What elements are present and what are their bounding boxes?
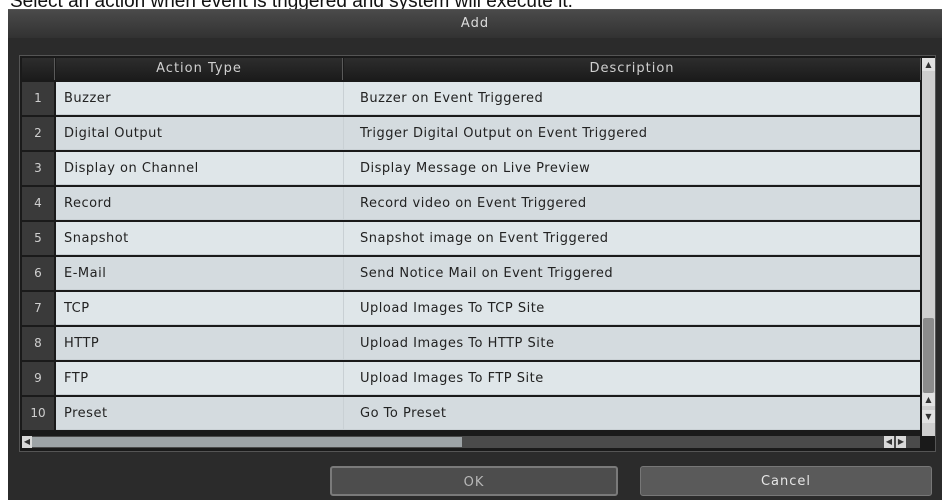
dialog-title: Add [8,10,942,38]
add-action-dialog: Add Action Type Description 1 Buzzer Buz… [8,9,942,500]
description-cell: Go To Preset [344,397,920,430]
vertical-scrollbar[interactable]: ▲ ▲ ▼ [922,58,935,436]
action-type-cell: Digital Output [56,117,344,150]
action-type-cell: HTTP [56,327,344,360]
row-number: 10 [22,397,54,430]
scroll-left-icon[interactable]: ◀ [884,436,894,448]
column-header-number [22,58,55,80]
row-number: 8 [22,327,54,360]
description-cell: Trigger Digital Output on Event Triggere… [344,117,920,150]
description-cell: Send Notice Mail on Event Triggered [344,257,920,290]
column-header-action-type[interactable]: Action Type [56,58,343,80]
action-type-cell: E-Mail [56,257,344,290]
scroll-left-icon[interactable]: ◀ [22,436,32,448]
table-row[interactable]: 7 TCP Upload Images To TCP Site [22,292,920,325]
description-cell: Snapshot image on Event Triggered [344,222,920,255]
vertical-scroll-thumb[interactable] [923,318,934,393]
table-row[interactable]: 2 Digital Output Trigger Digital Output … [22,117,920,150]
description-cell: Upload Images To TCP Site [344,292,920,325]
action-type-cell: Display on Channel [56,152,344,185]
action-type-cell: FTP [56,362,344,395]
row-number: 5 [22,222,54,255]
description-cell: Record video on Event Triggered [344,187,920,220]
table-row[interactable]: 6 E-Mail Send Notice Mail on Event Trigg… [22,257,920,290]
table-body: 1 Buzzer Buzzer on Event Triggered 2 Dig… [22,82,920,434]
row-number: 4 [22,187,54,220]
action-type-cell: TCP [56,292,344,325]
description-cell: Upload Images To HTTP Site [344,327,920,360]
row-number: 6 [22,257,54,290]
table-row[interactable]: 5 Snapshot Snapshot image on Event Trigg… [22,222,920,255]
table-row[interactable]: 8 HTTP Upload Images To HTTP Site [22,327,920,360]
action-table: Action Type Description 1 Buzzer Buzzer … [19,55,936,452]
action-type-cell: Buzzer [56,82,344,115]
scroll-up-icon[interactable]: ▲ [922,393,935,406]
row-number: 7 [22,292,54,325]
horizontal-scrollbar[interactable]: ◀ ◀ ▶ [22,436,920,448]
scroll-down-icon[interactable]: ▼ [922,410,935,423]
ok-button[interactable]: OK [330,466,618,496]
row-number: 3 [22,152,54,185]
table-row[interactable]: 1 Buzzer Buzzer on Event Triggered [22,82,920,115]
horizontal-scroll-thumb[interactable] [32,437,462,447]
action-type-cell: Record [56,187,344,220]
table-row[interactable]: 4 Record Record video on Event Triggered [22,187,920,220]
column-header-description[interactable]: Description [344,58,921,80]
cancel-button[interactable]: Cancel [640,466,932,496]
row-number: 2 [22,117,54,150]
row-number: 9 [22,362,54,395]
table-row[interactable]: 9 FTP Upload Images To FTP Site [22,362,920,395]
description-cell: Display Message on Live Preview [344,152,920,185]
action-type-cell: Snapshot [56,222,344,255]
action-type-cell: Preset [56,397,344,430]
scroll-right-icon[interactable]: ▶ [896,436,906,448]
row-number: 1 [22,82,54,115]
description-cell: Upload Images To FTP Site [344,362,920,395]
table-row[interactable]: 3 Display on Channel Display Message on … [22,152,920,185]
table-row[interactable]: 10 Preset Go To Preset [22,397,920,430]
scroll-up-icon[interactable]: ▲ [922,58,935,71]
description-cell: Buzzer on Event Triggered [344,82,920,115]
